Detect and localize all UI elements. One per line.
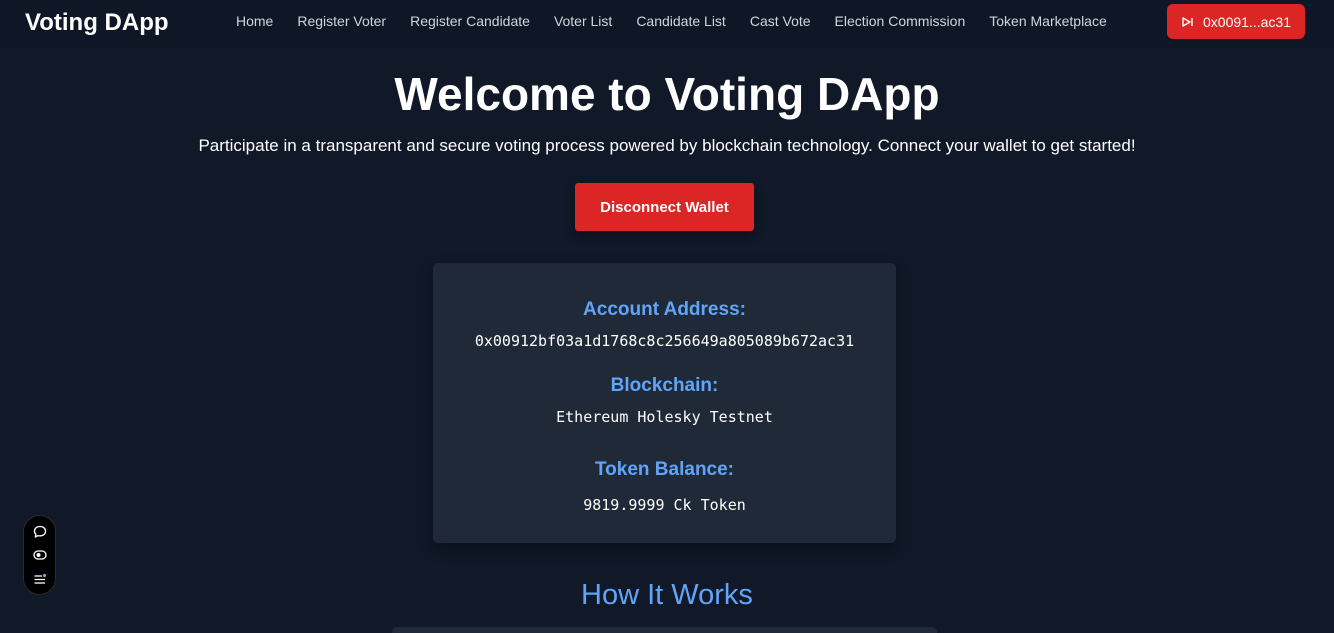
nav-link-election-commission[interactable]: Election Commission [835, 13, 966, 30]
page-subtitle: Participate in a transparent and secure … [198, 136, 1136, 155]
nav-link-register-voter[interactable]: Register Voter [297, 13, 386, 30]
eye-toggle-icon[interactable] [32, 547, 48, 563]
nav-link-home[interactable]: Home [236, 13, 273, 30]
navbar: Voting DApp Home Register Voter Register… [0, 0, 1334, 48]
nav-link-voter-list[interactable]: Voter List [554, 13, 612, 30]
disconnect-wallet-button[interactable]: Disconnect Wallet [575, 183, 754, 231]
nav-links: Home Register Voter Register Candidate V… [236, 13, 1131, 30]
blockchain-label: Blockchain: [610, 375, 719, 396]
blockchain-value: Ethereum Holesky Testnet [556, 408, 773, 426]
nav-link-register-candidate[interactable]: Register Candidate [410, 13, 530, 30]
wallet-address-label: 0x0091...ac31 [1203, 13, 1291, 30]
brand-logo[interactable]: Voting DApp [25, 8, 169, 38]
token-balance-value: 9819.9999 Ck Token [583, 496, 746, 514]
how-it-works-card [392, 627, 937, 633]
account-address-value: 0x00912bf03a1d1768c8c256649a805089b672ac… [474, 332, 855, 350]
nav-link-candidate-list[interactable]: Candidate List [636, 13, 726, 30]
how-it-works-heading: How It Works [581, 579, 753, 611]
account-info-card: Account Address: 0x00912bf03a1d1768c8c25… [433, 263, 896, 543]
page-title: Welcome to Voting DApp [394, 68, 940, 120]
token-balance-label: Token Balance: [594, 459, 735, 480]
account-address-label: Account Address: [583, 299, 746, 320]
wallet-disconnect-icon [1181, 15, 1195, 29]
chat-icon[interactable] [32, 524, 48, 540]
nav-link-cast-vote[interactable]: Cast Vote [750, 13, 811, 30]
nav-link-token-marketplace[interactable]: Token Marketplace [989, 13, 1107, 30]
wallet-address-button[interactable]: 0x0091...ac31 [1167, 4, 1305, 39]
